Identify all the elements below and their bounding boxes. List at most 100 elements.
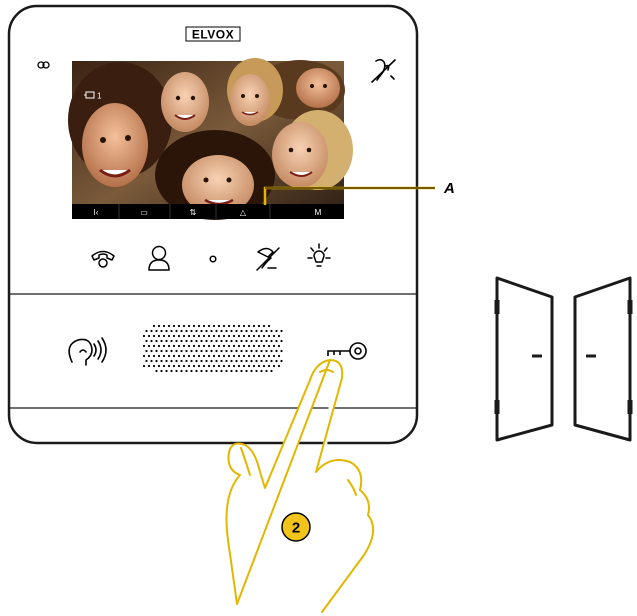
grille-hole	[207, 334, 211, 338]
grille-hole	[212, 344, 216, 348]
grille-hole	[227, 324, 231, 328]
grille-hole	[242, 354, 246, 358]
grille-hole	[280, 349, 283, 353]
grille-hole	[147, 334, 151, 338]
grille-hole	[172, 354, 176, 358]
grille-hole	[235, 359, 238, 363]
grille-hole	[250, 359, 253, 363]
grille-hole	[247, 334, 251, 338]
grille-hole	[170, 369, 173, 373]
grille-hole	[265, 349, 268, 353]
menu-item-1[interactable]: ǀ‹	[94, 208, 99, 217]
grille-hole	[175, 329, 178, 333]
grille-hole	[262, 324, 266, 328]
grille-hole	[147, 344, 151, 348]
grille-hole	[190, 339, 193, 343]
grille-hole	[280, 329, 283, 333]
grille-hole	[177, 334, 181, 338]
grille-hole	[145, 359, 148, 363]
grille-hole	[267, 324, 271, 328]
menu-item-3[interactable]: ⇅	[190, 208, 197, 217]
grille-hole	[160, 369, 163, 373]
grille-hole	[265, 339, 268, 343]
grille-hole	[235, 339, 238, 343]
grille-hole	[190, 359, 193, 363]
grille-hole	[162, 364, 166, 368]
grille-hole	[170, 339, 173, 343]
grille-hole	[200, 359, 203, 363]
grille-hole	[250, 339, 253, 343]
face-corner	[296, 68, 340, 108]
grille-hole	[177, 324, 181, 328]
grille-hole	[230, 369, 233, 373]
grille-hole	[207, 364, 211, 368]
grille-hole	[252, 344, 256, 348]
grille-hole	[227, 334, 231, 338]
grille-hole	[200, 369, 203, 373]
grille-hole	[220, 349, 223, 353]
grille-hole	[182, 334, 186, 338]
grille-hole	[270, 359, 273, 363]
grille-hole	[260, 359, 263, 363]
grille-hole	[150, 339, 153, 343]
grille-hole	[260, 349, 263, 353]
screen-menu-bar	[72, 204, 344, 219]
grille-hole	[197, 334, 201, 338]
face-top-right	[230, 74, 270, 126]
grille-hole	[247, 354, 251, 358]
grille-hole	[170, 359, 173, 363]
grille-hole	[255, 329, 258, 333]
grille-hole	[272, 354, 276, 358]
grille-hole	[187, 354, 191, 358]
grille-hole	[237, 334, 241, 338]
grille-hole	[280, 359, 283, 363]
menu-item-5[interactable]: M	[315, 208, 322, 217]
grille-hole	[142, 334, 146, 338]
grille-hole	[262, 344, 266, 348]
grille-hole	[172, 334, 176, 338]
grille-hole	[230, 339, 233, 343]
step-badge: 2	[281, 512, 311, 542]
menu-item-2[interactable]: ▭	[140, 208, 148, 217]
grille-hole	[152, 334, 156, 338]
grille-hole	[207, 344, 211, 348]
grille-hole	[212, 354, 216, 358]
grille-hole	[250, 369, 253, 373]
camera-number: 1	[97, 92, 102, 101]
grille-hole	[157, 354, 161, 358]
door-open-icon	[494, 276, 633, 442]
grille-hole	[175, 359, 178, 363]
grille-hole	[232, 354, 236, 358]
grille-hole	[197, 324, 201, 328]
grille-hole	[200, 329, 203, 333]
grille-hole	[255, 359, 258, 363]
grille-hole	[240, 359, 243, 363]
grille-hole	[160, 359, 163, 363]
grille-hole	[157, 334, 161, 338]
grille-hole	[267, 364, 271, 368]
grille-hole	[257, 344, 261, 348]
grille-hole	[222, 364, 226, 368]
grille-hole	[242, 364, 246, 368]
grille-hole	[142, 354, 146, 358]
video-screen: 1 ǀ‹ ▭ ⇅ △ M	[68, 58, 353, 220]
grille-hole	[245, 369, 248, 373]
grille-hole	[277, 344, 281, 348]
grille-hole	[170, 349, 173, 353]
grille-hole	[142, 344, 146, 348]
grille-hole	[187, 334, 191, 338]
grille-hole	[160, 329, 163, 333]
grille-hole	[270, 369, 273, 373]
grille-hole	[265, 359, 268, 363]
grille-hole	[155, 329, 158, 333]
grille-hole	[220, 359, 223, 363]
menu-item-4[interactable]: △	[240, 208, 247, 217]
grille-hole	[265, 329, 268, 333]
brand-logo-text: ELVOX	[192, 28, 234, 42]
grille-hole	[242, 334, 246, 338]
grille-hole	[190, 369, 193, 373]
grille-hole	[237, 324, 241, 328]
grille-hole	[165, 339, 168, 343]
grille-hole	[207, 324, 211, 328]
grille-hole	[235, 329, 238, 333]
